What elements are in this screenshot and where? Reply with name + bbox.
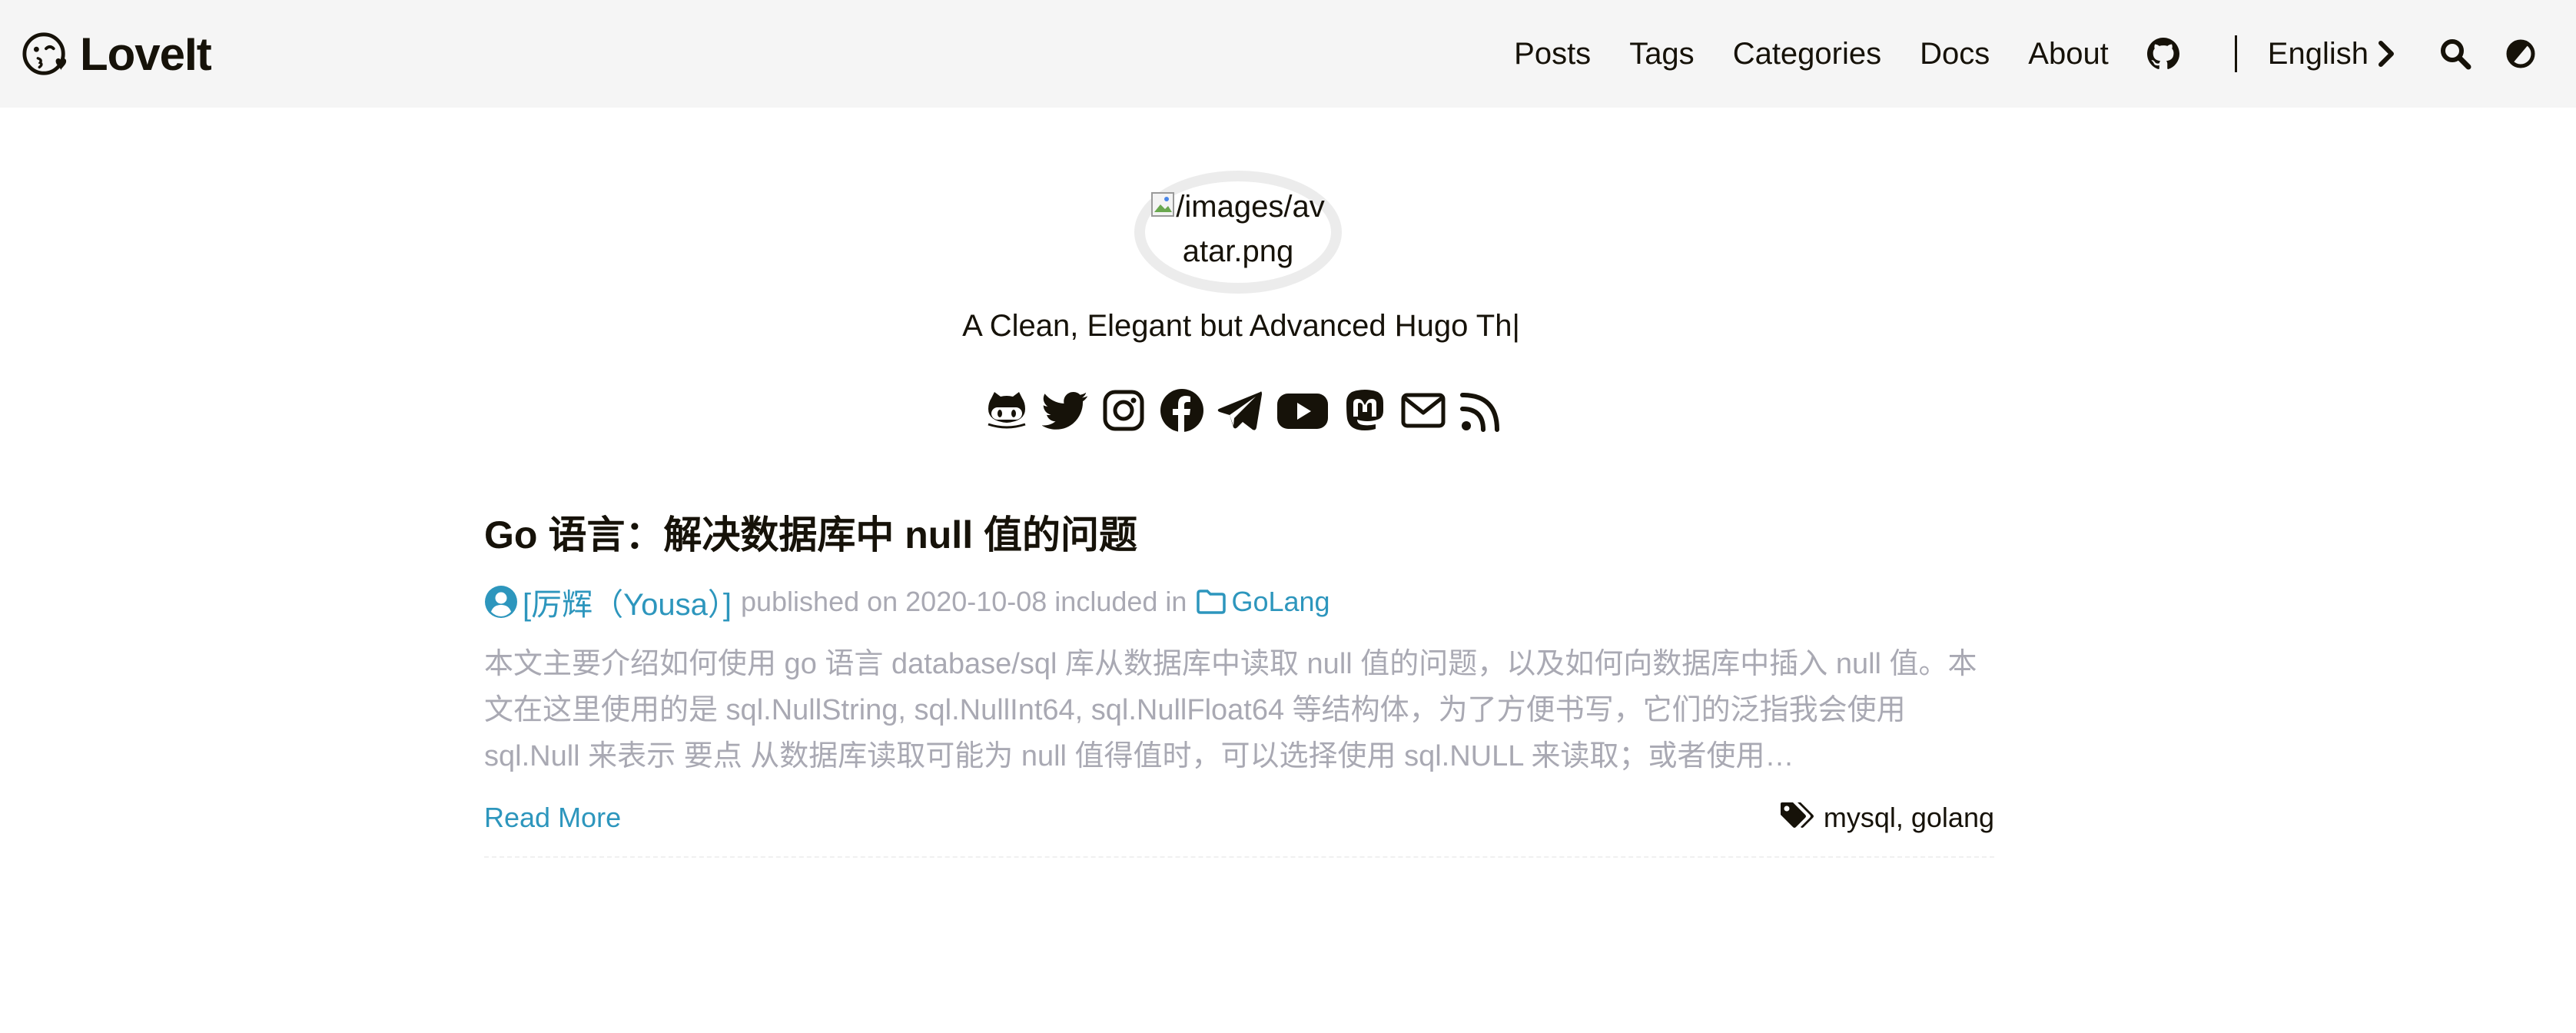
social-telegram-link[interactable]	[1217, 386, 1263, 435]
post-author-link[interactable]: [厉辉（Yousa）]	[484, 580, 732, 624]
language-switch[interactable]: English	[2268, 37, 2396, 71]
logo-title: LoveIt	[80, 28, 212, 80]
post-category-link[interactable]: GoLang	[1196, 586, 1330, 618]
chevron-right-icon	[2378, 41, 2394, 67]
post-author-name: [厉辉（Yousa）]	[523, 588, 732, 622]
social-facebook-link[interactable]	[1159, 386, 1205, 435]
post-summary-text: 本文主要介绍如何使用 go 语言 database/sql 库从数据库中读取 n…	[484, 648, 1977, 772]
search-icon	[2441, 39, 2471, 70]
instagram-icon	[1103, 390, 1144, 431]
social-github-link[interactable]	[984, 386, 1030, 435]
theme-switch-button[interactable]	[2505, 38, 2536, 69]
site-logo[interactable]: LoveIt	[22, 28, 212, 80]
menu-item-docs[interactable]: Docs	[1920, 37, 1990, 71]
social-links	[984, 386, 1505, 435]
main-menu: Posts Tags Categories Docs About English	[1514, 0, 2576, 108]
telegram-icon	[1217, 391, 1262, 430]
github-link[interactable]	[2146, 38, 2179, 70]
user-circle-icon	[485, 586, 517, 618]
twitter-icon	[1042, 392, 1087, 430]
rss-icon	[1460, 393, 1499, 432]
avatar[interactable]: /images/avatar.png	[1134, 171, 1342, 294]
menu-item-tags[interactable]: Tags	[1629, 37, 1695, 71]
post-category-name: GoLang	[1231, 586, 1330, 617]
social-rss-link[interactable]	[1459, 386, 1505, 435]
facebook-icon	[1160, 389, 1203, 432]
social-youtube-link[interactable]	[1276, 386, 1329, 435]
social-twitter-link[interactable]	[1042, 386, 1088, 435]
post-published-text: published on 2020-10-08 included in	[740, 586, 1187, 617]
menu-item-categories[interactable]: Categories	[1733, 37, 1881, 71]
tags-icon	[1780, 802, 1814, 828]
language-label: English	[2267, 36, 2369, 71]
social-email-link[interactable]	[1400, 386, 1446, 435]
github-icon	[2146, 38, 2179, 69]
social-mastodon-link[interactable]	[1342, 386, 1388, 435]
home-subtitle: A Clean, Elegant but Advanced Hugo Th|	[962, 309, 1520, 343]
email-icon	[1401, 393, 1446, 428]
social-instagram-link[interactable]	[1100, 386, 1147, 435]
avatar-alt-text: /images/avatar.png	[1147, 184, 1329, 274]
post-footer: Read More mysql, golang	[484, 801, 1994, 858]
github-alt-icon	[988, 392, 1026, 429]
menu-divider	[2234, 35, 2237, 72]
youtube-icon	[1277, 394, 1328, 429]
theme-switch-icon	[2506, 39, 2535, 68]
post-tags-list[interactable]: mysql, golang	[1824, 802, 1994, 834]
post-tags: mysql, golang	[1779, 801, 1994, 835]
kiss-wink-heart-icon	[22, 32, 67, 75]
site-header: LoveIt Posts Tags Categories Docs About …	[0, 0, 2576, 108]
search-button[interactable]	[2439, 38, 2471, 70]
post-meta: [厉辉（Yousa）] published on 2020-10-08 incl…	[484, 580, 1994, 624]
menu-item-about[interactable]: About	[2028, 37, 2109, 71]
folder-icon	[1197, 590, 1227, 614]
menu-item-posts[interactable]: Posts	[1514, 37, 1591, 71]
post-title[interactable]: Go 语言：解决数据库中 null 值的问题	[484, 513, 1137, 556]
post-summary: Go 语言：解决数据库中 null 值的问题 [厉辉（Yousa）] publi…	[484, 507, 1994, 858]
broken-image-icon	[1151, 192, 1175, 217]
read-more-link[interactable]: Read More	[484, 802, 621, 834]
mastodon-icon	[1346, 390, 1383, 430]
